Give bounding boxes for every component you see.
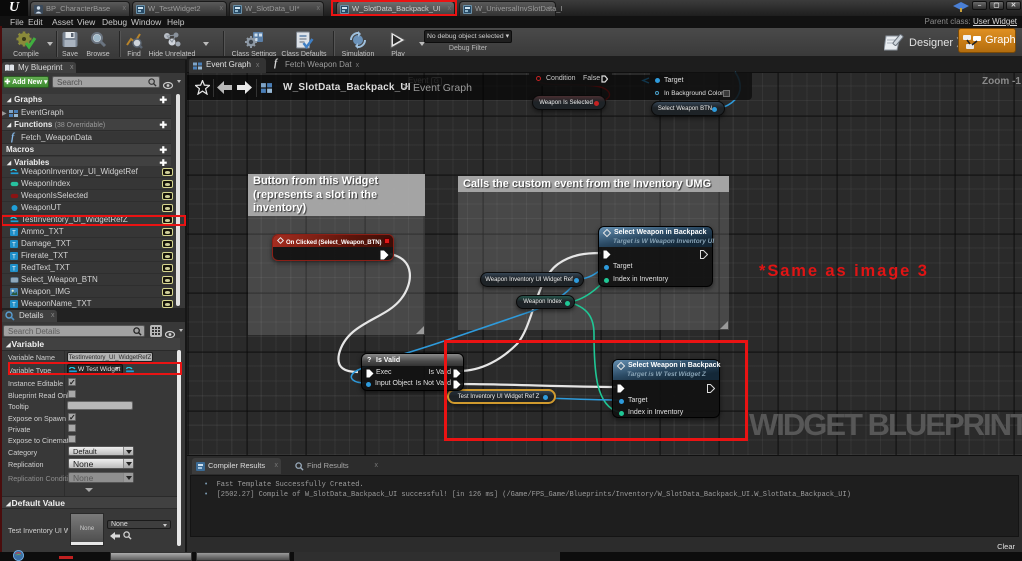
svg-text:T: T (12, 255, 16, 261)
svg-text:T: T (12, 243, 16, 249)
svg-text:T: T (12, 267, 16, 273)
svg-text:T: T (12, 231, 16, 237)
